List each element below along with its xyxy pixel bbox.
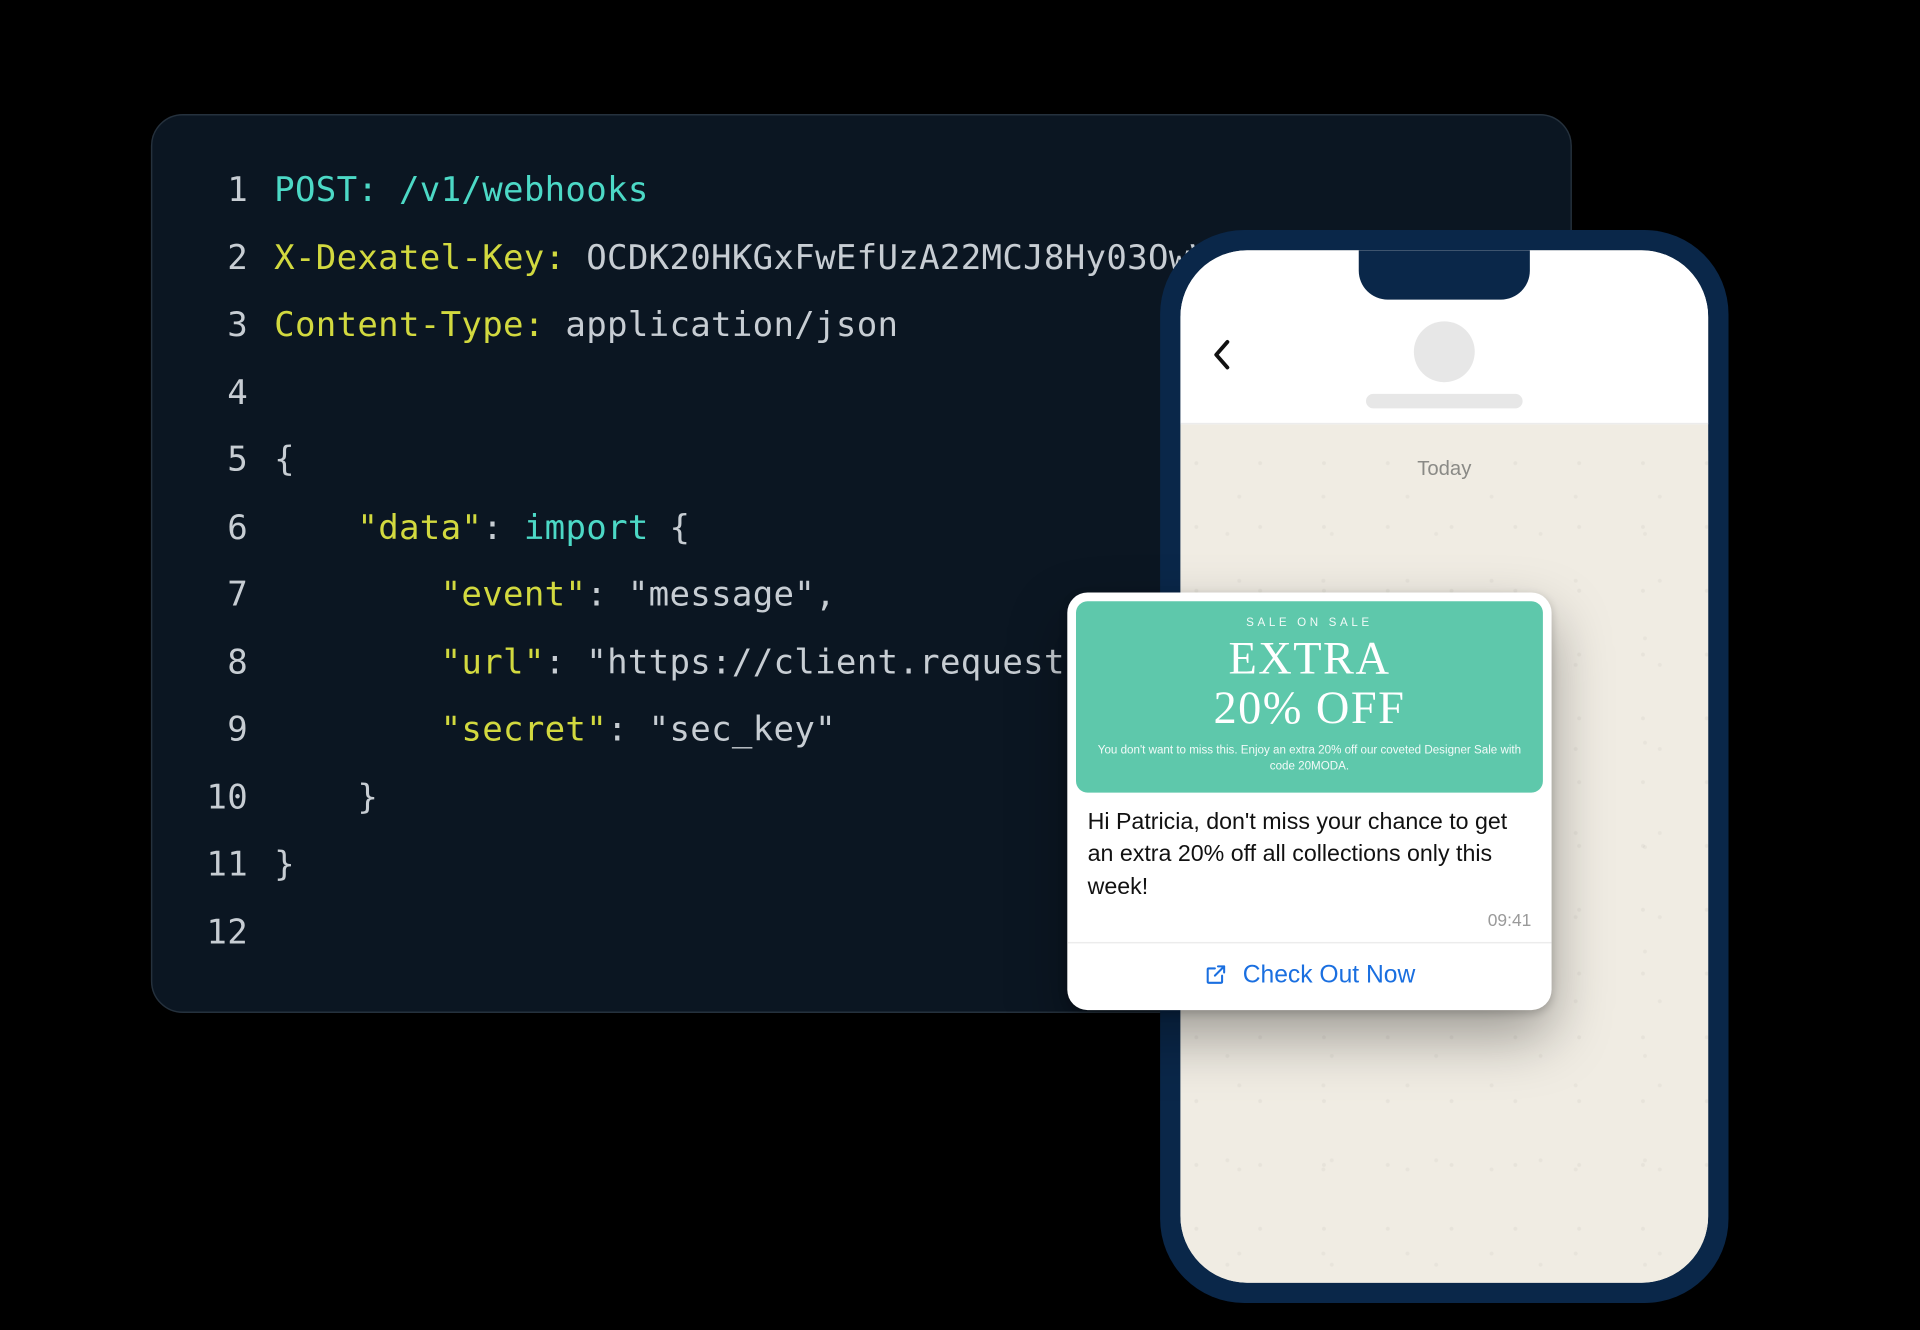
line-number: 5 — [181, 426, 248, 493]
message-text: Hi Patricia, don't miss your chance to g… — [1067, 804, 1551, 910]
http-header-value: OCDK20HKGxFwEfUzA22MCJ8Hy03OwVw — [565, 223, 1231, 290]
contact-placeholder — [1366, 321, 1523, 408]
check-out-button[interactable]: Check Out Now — [1067, 942, 1551, 1010]
cta-label: Check Out Now — [1243, 961, 1416, 990]
line-number: 6 — [181, 493, 248, 560]
promo-headline-line1: EXTRA — [1228, 632, 1390, 684]
name-placeholder — [1366, 393, 1523, 408]
line-number: 4 — [181, 358, 248, 425]
json-value: "https://client.requestc — [586, 628, 1085, 695]
message-card: SALE ON SALE EXTRA 20% OFF You don't wan… — [1067, 593, 1551, 1011]
promo-eyebrow: SALE ON SALE — [1096, 616, 1522, 629]
code-line: 1 POST: /v1/webhooks — [181, 156, 1530, 223]
promo-headline: EXTRA 20% OFF — [1096, 635, 1522, 732]
chevron-left-icon — [1211, 339, 1231, 371]
http-header-name: X-Dexatel-Key: — [274, 223, 565, 290]
brace-close: } — [274, 831, 295, 898]
promo-subtext: You don't want to miss this. Enjoy an ex… — [1096, 744, 1522, 775]
line-number: 9 — [181, 696, 248, 763]
line-number: 8 — [181, 628, 248, 695]
line-number: 3 — [181, 291, 248, 358]
phone-notch — [1359, 250, 1530, 299]
http-header-name: Content-Type: — [274, 291, 544, 358]
json-key: "secret" — [441, 696, 607, 763]
external-link-icon — [1204, 963, 1229, 988]
json-value: "sec_key" — [649, 696, 836, 763]
promo-headline-line2: 20% OFF — [1213, 680, 1405, 732]
http-method: POST: — [274, 156, 378, 223]
promo-banner: SALE ON SALE EXTRA 20% OFF You don't wan… — [1076, 601, 1543, 792]
json-value: "message" — [628, 561, 815, 628]
line-number: 2 — [181, 223, 248, 290]
line-number: 1 — [181, 156, 248, 223]
message-timestamp: 09:41 — [1067, 910, 1551, 942]
line-number: 11 — [181, 831, 248, 898]
brace-close: } — [357, 763, 378, 830]
line-number: 7 — [181, 561, 248, 628]
avatar-placeholder — [1414, 321, 1475, 382]
keyword-import: import — [524, 493, 649, 560]
back-button[interactable] — [1201, 334, 1242, 375]
composition: 1 POST: /v1/webhooks 2 X-Dexatel-Key: OC… — [32, 13, 1888, 1318]
brace-open: { — [274, 426, 295, 493]
json-key: "event" — [441, 561, 587, 628]
line-number: 12 — [181, 898, 248, 965]
http-path: /v1/webhooks — [378, 156, 648, 223]
date-separator: Today — [1397, 450, 1492, 485]
http-header-value: application/json — [545, 291, 899, 358]
json-key: "url" — [441, 628, 545, 695]
json-key: "data" — [357, 493, 482, 560]
line-number: 10 — [181, 763, 248, 830]
